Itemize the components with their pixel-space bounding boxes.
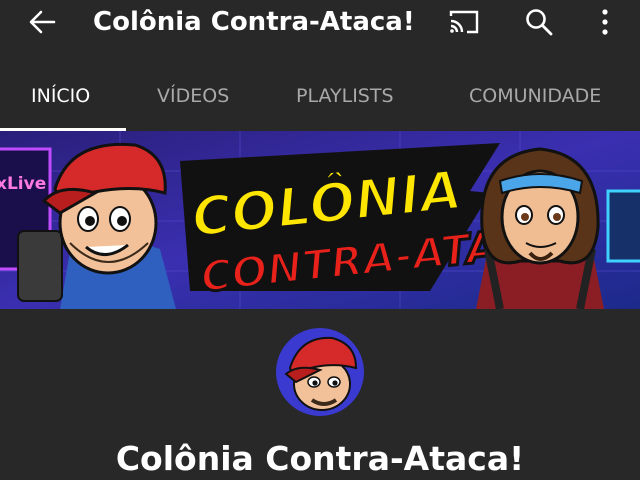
channel-tabs: INÍCIO VÍDEOS PLAYLISTS COMUNIDADE: [0, 62, 640, 131]
cast-button[interactable]: [444, 4, 484, 40]
search-button[interactable]: [519, 4, 559, 40]
more-options-button[interactable]: [585, 4, 625, 40]
search-icon: [526, 9, 553, 36]
tab-inicio[interactable]: INÍCIO: [31, 62, 90, 130]
tab-playlists[interactable]: PLAYLISTS: [296, 62, 394, 130]
avatar-image: [276, 328, 364, 416]
back-button[interactable]: [22, 4, 62, 40]
cast-icon: [449, 10, 479, 34]
top-app-bar: Colônia Contra-Ataca!: [0, 0, 640, 46]
channel-avatar[interactable]: [276, 328, 364, 416]
right-character-illustration: [476, 147, 604, 309]
neon-sign-text: xLive: [0, 174, 46, 194]
channel-name: Colônia Contra-Ataca!: [115, 439, 525, 478]
tab-comunidade[interactable]: COMUNIDADE: [469, 62, 601, 130]
banner-art: xLive COLÔNIA CONTRA-ATACA!: [0, 131, 640, 309]
more-vert-icon: [602, 9, 608, 35]
page-title: Colônia Contra-Ataca!: [93, 7, 415, 37]
tab-videos[interactable]: VÍDEOS: [157, 62, 229, 130]
channel-banner: xLive COLÔNIA CONTRA-ATACA!: [0, 131, 640, 309]
back-arrow-icon: [29, 10, 56, 34]
